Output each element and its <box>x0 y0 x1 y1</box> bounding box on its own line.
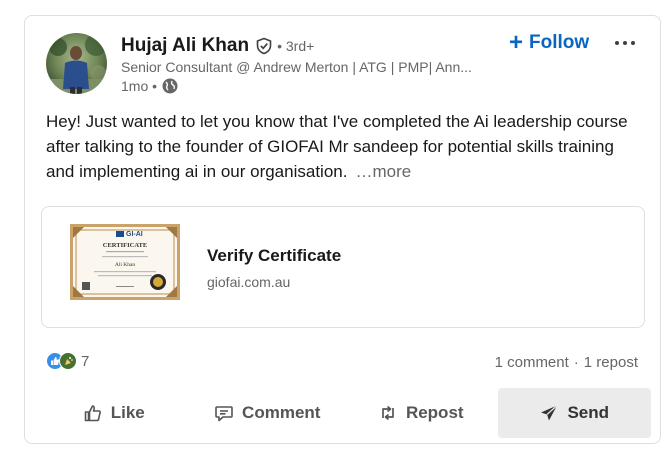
repost-button[interactable]: Repost <box>344 388 498 438</box>
ellipsis-icon <box>615 41 635 45</box>
more-options-button[interactable] <box>610 32 640 54</box>
article-domain: giofai.com.au <box>207 274 291 290</box>
follow-button[interactable]: + Follow <box>503 28 595 58</box>
thumbs-up-icon <box>83 403 103 423</box>
connection-degree: • 3rd+ <box>277 38 315 54</box>
comments-count-link[interactable]: 1 comment <box>495 354 569 371</box>
post-meta: 1mo • <box>121 78 178 94</box>
author-avatar[interactable] <box>46 33 107 94</box>
post-text: Hey! Just wanted to let you know that I'… <box>46 109 642 184</box>
plus-icon: + <box>509 29 524 56</box>
author-name-row: Hujaj Ali Khan • 3rd+ <box>121 35 314 57</box>
like-label: Like <box>110 403 145 422</box>
certificate-thumbnail: GI-AI CERTIFICATE Ali Khan <box>70 224 180 300</box>
author-name[interactable]: Hujaj Ali Khan <box>121 35 249 57</box>
send-button[interactable]: Send <box>497 388 651 438</box>
article-title: Verify Certificate <box>207 246 342 265</box>
post-body: Hey! Just wanted to let you know that I'… <box>46 112 628 181</box>
author-headline: Senior Consultant @ Andrew Merton | ATG … <box>121 59 472 75</box>
repost-label: Repost <box>405 403 464 422</box>
globe-icon <box>162 78 178 94</box>
engagement-separator: · <box>573 354 579 371</box>
certificate-heading: CERTIFICATE <box>103 242 147 249</box>
reposts-count-link[interactable]: 1 repost <box>584 354 638 371</box>
engagement-counts: 1 comment · 1 repost <box>495 354 638 371</box>
certificate-recipient: Ali Khan <box>115 262 136 268</box>
feed-post-card: Hujaj Ali Khan • 3rd+ Senior Consultant … <box>24 15 661 444</box>
paper-plane-icon <box>539 403 559 423</box>
shield-check-icon <box>255 37 273 55</box>
follow-label: Follow <box>529 32 590 53</box>
comment-label: Comment <box>242 403 321 422</box>
send-label: Send <box>567 403 610 422</box>
post-time: 1mo • <box>121 78 158 94</box>
certificate-brand: GI-AI <box>126 231 143 238</box>
like-button[interactable]: Like <box>37 388 191 438</box>
celebrate-reaction-icon <box>59 352 77 370</box>
post-action-bar: Like Comment Repost Send <box>37 388 651 438</box>
reaction-count: 7 <box>81 352 90 370</box>
reactions-summary[interactable]: 7 <box>46 352 89 370</box>
repost-arrows-icon <box>378 403 398 423</box>
article-link-card[interactable]: GI-AI CERTIFICATE Ali Khan Verify Certif… <box>41 206 645 328</box>
see-more-link[interactable]: …more <box>355 162 411 181</box>
speech-bubble-icon <box>214 403 234 423</box>
comment-button[interactable]: Comment <box>191 388 345 438</box>
